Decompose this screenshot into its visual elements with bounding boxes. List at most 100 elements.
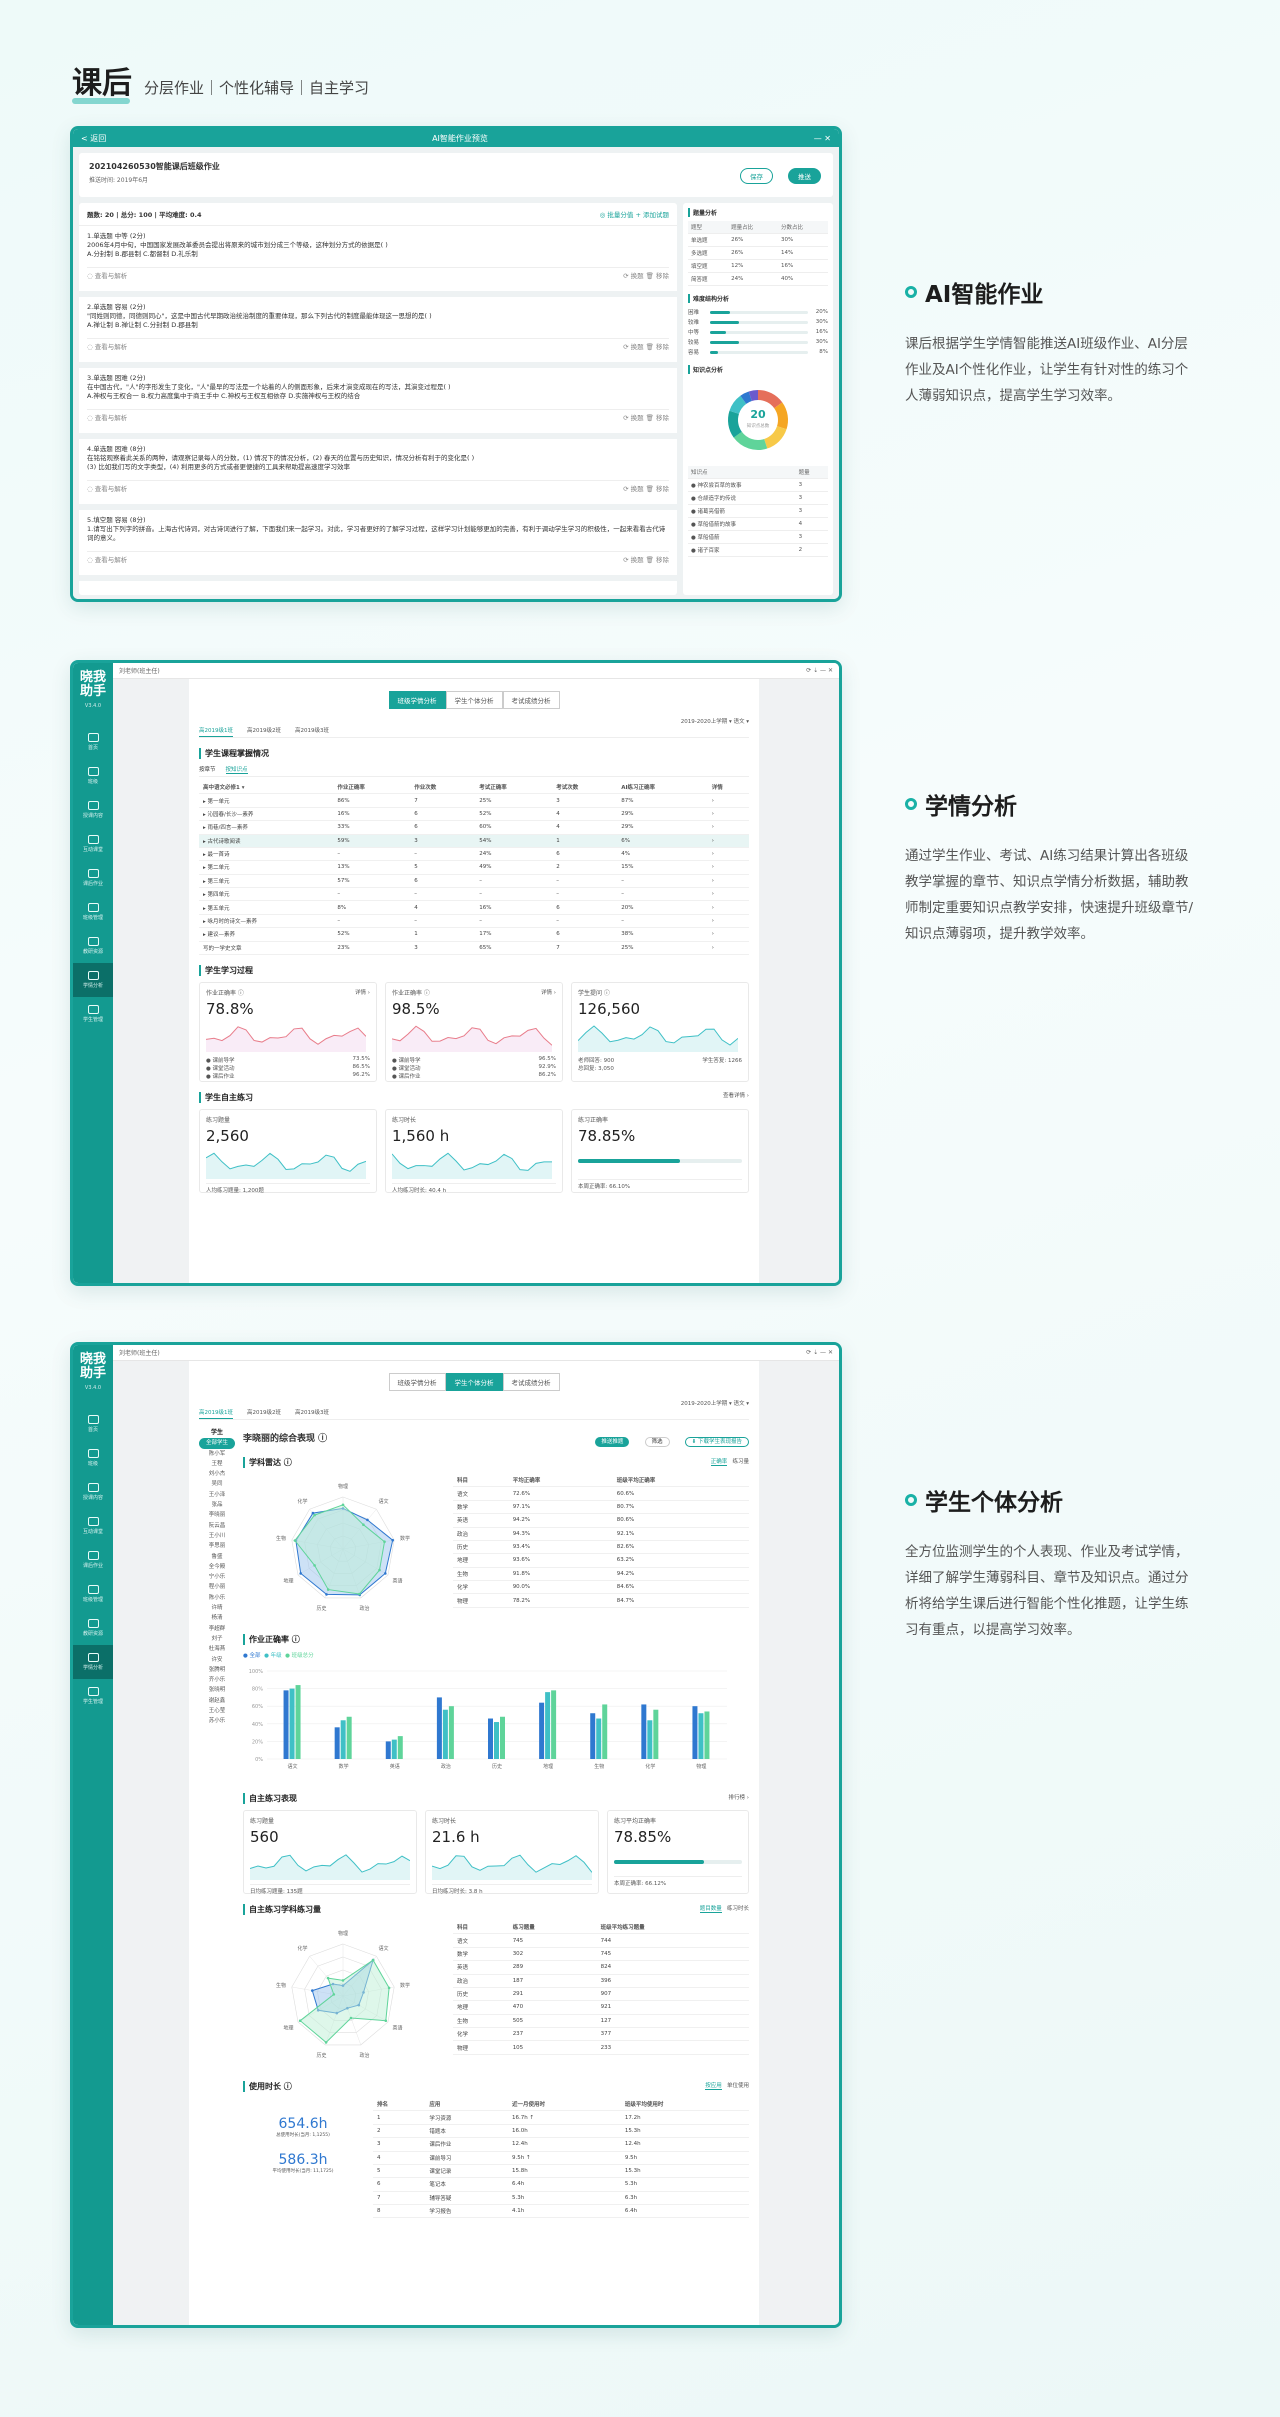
table-row[interactable]: ● 草船借箭的故事 4 xyxy=(688,517,828,531)
table-row[interactable]: 语文 72.6% 60.6% xyxy=(453,1486,749,1501)
table-row[interactable]: 5 课堂记录 15.8h 15.3h xyxy=(373,2164,749,2179)
user-name[interactable]: 刘老师(班主任) xyxy=(119,1348,160,1357)
nav-item[interactable]: 学情分析 xyxy=(73,963,113,997)
table-row[interactable]: ▸ 第五单元 8% 4 16% 6 20% › xyxy=(199,900,749,915)
student-item[interactable]: 陈小乐 xyxy=(199,1593,235,1603)
practice-kpi-card[interactable]: 练习正确率 78.85% 本周正确率: 66.10% xyxy=(571,1108,749,1193)
nav-item[interactable]: 学情分析 xyxy=(73,1645,113,1679)
table-row[interactable]: ▸ 最一首诗 – –24% 6 4% › xyxy=(199,847,749,862)
student-item[interactable]: 王心莹 xyxy=(199,1706,235,1716)
table-row[interactable]: 单选题 26% 30% xyxy=(688,233,828,247)
learning-kpi-card[interactable]: 作业正确率 ⓘ 详情 › 98.5% ● 课前导学 96.5% ● 课堂活动 92.9%… xyxy=(385,981,563,1082)
filter-button[interactable]: 筛选 xyxy=(644,1437,670,1447)
nav-item[interactable]: 班级管理 xyxy=(73,1577,113,1611)
practice-kpi-card[interactable]: 练习时长 21.6 h 日均练习时长: 3.8 h xyxy=(425,1810,599,1895)
analysis-tab[interactable]: 学生个体分析 xyxy=(445,691,503,709)
student-item[interactable]: 李思丽 xyxy=(199,1541,235,1551)
table-row[interactable]: 地理 470 921 xyxy=(453,2000,749,2015)
table-row[interactable]: ▸ 第三单元 57% 6– – – › xyxy=(199,874,749,889)
student-item[interactable]: 全部学生 xyxy=(199,1438,235,1449)
practice-kpi-card[interactable]: 练习时长 1,560 h 人均练习时长: 40.4 h xyxy=(385,1108,563,1194)
student-item[interactable]: 李晓丽 xyxy=(199,1510,235,1520)
nav-item[interactable]: 班级管理 xyxy=(73,895,113,929)
table-row[interactable]: 物理 105 233 xyxy=(453,2040,749,2055)
more-link[interactable]: 查看详情 › xyxy=(723,1091,749,1099)
push-button[interactable]: 推送 xyxy=(788,168,821,184)
tab-practice-time[interactable]: 练习时长 xyxy=(727,1906,749,1912)
student-item[interactable]: 张晓明 xyxy=(199,1685,235,1695)
question-item[interactable]: 4.单选题 困难 (8分) 在铭铭观察着此关系的两种，请观察记录每人的分数，(1… xyxy=(79,439,677,510)
table-row[interactable]: 英语 94.2% 80.6% xyxy=(453,1513,749,1528)
table-row[interactable]: 政治 187 396 xyxy=(453,1974,749,1988)
student-item[interactable]: 苏小乐 xyxy=(199,1716,235,1726)
learning-kpi-card[interactable]: 作业正确率 ⓘ 详情 › 78.8% ● 课前导学 73.5% ● 课堂活动 86.5%… xyxy=(199,981,377,1082)
nav-item[interactable]: 首页 xyxy=(73,1407,113,1441)
question-actions[interactable]: ⟳ 换题 🗑 移除 xyxy=(623,556,669,565)
table-row[interactable]: 化学 90.0% 84.6% xyxy=(453,1580,749,1595)
class-tab[interactable]: 高2019级3班 xyxy=(295,1408,329,1418)
nav-item[interactable]: 教研资源 xyxy=(73,1611,113,1645)
tab-by-chapter[interactable]: 按章节 xyxy=(199,765,216,774)
question-item[interactable]: 3.单选题 困难 (2分) 在中国古代，"人"的字形发生了变化，"人"最早的写法… xyxy=(79,368,677,439)
table-row[interactable]: 历史 291 907 xyxy=(453,1987,749,2002)
question-actions[interactable]: ⟳ 换题 🗑 移除 xyxy=(623,272,669,281)
push-question-button[interactable]: 推送推题 xyxy=(595,1437,630,1447)
student-item[interactable]: 程小丽 xyxy=(199,1582,235,1592)
question-item[interactable]: 2.单选题 容易 (2分) "同姓则同德，同德则同心"，这是中国古代早期政治统治… xyxy=(79,297,677,368)
student-item[interactable]: 王程 xyxy=(199,1459,235,1469)
analysis-tab[interactable]: 班级学情分析 xyxy=(388,1373,446,1391)
table-row[interactable]: ● 仓颉造字的传说 3 xyxy=(688,491,828,505)
save-button[interactable]: 保存 xyxy=(740,168,773,184)
analysis-tab[interactable]: 班级学情分析 xyxy=(388,691,446,709)
table-row[interactable]: ▸ 第二单元 13% 5 49% 2 15% › xyxy=(199,860,749,875)
student-item[interactable]: 刘子 xyxy=(199,1634,235,1644)
table-row[interactable]: 多选题 26% 14% xyxy=(688,246,828,260)
table-row[interactable]: ● 神农尝百草的故事 3 xyxy=(688,478,828,492)
student-item[interactable]: 杨清 xyxy=(199,1613,235,1623)
table-row[interactable]: 语文 745 744 xyxy=(453,1933,749,1948)
table-row[interactable]: ● 诸葛亮借箭 3 xyxy=(688,504,828,518)
nav-item[interactable]: 互动课堂 xyxy=(73,827,113,861)
question-item[interactable]: 5.填空题 容易 (8分) 1.请写出下列字的拼音。上海古代诗词，对古诗词进行了… xyxy=(79,510,677,581)
batch-actions[interactable]: ◎ 批量分值 + 添加试题 xyxy=(600,209,669,219)
table-row[interactable]: 历史 93.4% 82.6% xyxy=(453,1540,749,1555)
table-row[interactable]: 物理 78.2% 84.7% xyxy=(453,1593,749,1608)
table-row[interactable]: 3 课后作业 12.4h 12.4h xyxy=(373,2137,749,2152)
table-row[interactable]: 数学 97.1% 80.7% xyxy=(453,1500,749,1515)
class-tab[interactable]: 高2019级1班 xyxy=(199,726,233,737)
student-item[interactable]: 李超群 xyxy=(199,1624,235,1634)
tab-question-count[interactable]: 题目数量 xyxy=(699,1905,722,1913)
student-item[interactable]: 阮云昌 xyxy=(199,1521,235,1531)
window-controls[interactable]: ⟳ ⇣ — ✕ xyxy=(806,1349,833,1356)
question-actions[interactable]: ⟳ 换题 🗑 移除 xyxy=(623,343,669,352)
table-row[interactable]: 1 学习资源 16.7h ↑ 17.2h xyxy=(373,2110,749,2125)
nav-item[interactable]: 学生管理 xyxy=(73,1679,113,1713)
nav-item[interactable]: 课后作业 xyxy=(73,861,113,895)
tab-by-unit[interactable]: 单位使用 xyxy=(727,2083,749,2089)
window-controls[interactable]: — ✕ xyxy=(814,134,831,143)
nav-item[interactable]: 授课内容 xyxy=(73,1475,113,1509)
table-row[interactable]: ▸ 沁园春/长沙—素养 16% 6 52% 4 29% › xyxy=(199,807,749,822)
table-row[interactable]: 6 笔记本 6.4h 5.3h xyxy=(373,2177,749,2192)
table-row[interactable]: 政治 94.3% 92.1% xyxy=(453,1527,749,1541)
practice-kpi-card[interactable]: 练习平均正确率 78.85% 本周正确率: 66.12% xyxy=(607,1810,749,1894)
term-select[interactable]: 2019-2020上学期 ▾ 语文 ▾ xyxy=(681,1399,749,1419)
table-row[interactable]: 生物 91.8% 94.2% xyxy=(453,1567,749,1582)
table-row[interactable]: 写的一学史文章 23% 3 65% 7 25% › xyxy=(199,941,749,955)
learning-kpi-card[interactable]: 学生提问 ⓘ 126,560 老师回答: 900 学生答复: 1266 总回复: 3… xyxy=(571,981,749,1082)
student-item[interactable]: 张腾明 xyxy=(199,1665,235,1675)
table-row[interactable]: 地理 93.6% 63.2% xyxy=(453,1553,749,1568)
view-analysis-link[interactable]: ◌ 查看与解析 xyxy=(87,556,127,565)
student-item[interactable]: 吴同 xyxy=(199,1479,235,1489)
analysis-tab[interactable]: 学生个体分析 xyxy=(445,1373,503,1391)
table-row[interactable]: 7 辅导答疑 5.3h 6.3h xyxy=(373,2191,749,2206)
table-row[interactable]: ▸ 建议—素养 52% 1 17% 6 38% › xyxy=(199,927,749,942)
tab-by-app[interactable]: 按应用 xyxy=(705,2082,722,2090)
nav-item[interactable]: 学生管理 xyxy=(73,997,113,1031)
student-item[interactable]: 鲁盛 xyxy=(199,1552,235,1562)
view-analysis-link[interactable]: ◌ 查看与解析 xyxy=(87,414,127,423)
question-item[interactable]: 1.单选题 中等 (2分) 2006年4月中旬，中国国家发展改革委员会提出将原来… xyxy=(79,226,677,297)
nav-item[interactable]: 教研资源 xyxy=(73,929,113,963)
view-analysis-link[interactable]: ◌ 查看与解析 xyxy=(87,343,127,352)
analysis-tab[interactable]: 考试成绩分析 xyxy=(502,691,560,709)
